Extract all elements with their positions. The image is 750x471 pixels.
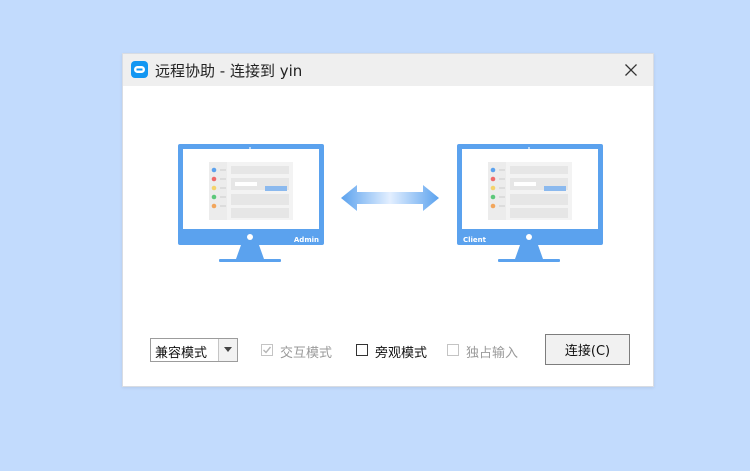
connect-button[interactable]: 连接(C) (545, 334, 630, 365)
interactive-mode-box[interactable] (261, 344, 273, 356)
client-label: Client (463, 236, 487, 244)
connection-illustration: Admin Client (178, 144, 603, 262)
exclusive-input-box[interactable] (447, 344, 459, 356)
interactive-mode-label: 交互模式 (280, 346, 333, 361)
double-arrow-icon (341, 185, 439, 211)
check-icon (263, 346, 272, 354)
admin-monitor: Admin (178, 144, 324, 262)
mode-select[interactable]: 兼容模式 (150, 338, 238, 362)
client-monitor: Client (457, 144, 603, 262)
view-mode-label: 旁观模式 (375, 346, 428, 361)
mode-select-value: 兼容模式 (155, 346, 208, 361)
title-bar: 远程协助 - 连接到 yin (123, 54, 653, 86)
chevron-down-icon (224, 347, 232, 352)
controls-bar: 兼容模式 交互模式 旁观模式 独占输入 连接(C) (123, 334, 653, 370)
view-mode-box[interactable] (356, 344, 368, 356)
exclusive-input-label: 独占输入 (466, 346, 519, 361)
remote-assist-window: 远程协助 - 连接到 yin Admin Client 兼容模式 交互模式 旁观… (122, 53, 654, 387)
admin-label: Admin (294, 236, 319, 244)
app-icon (131, 61, 148, 78)
window-title: 远程协助 - 连接到 yin (155, 62, 303, 80)
close-icon[interactable] (619, 58, 643, 82)
mode-select-dropdown-button[interactable] (218, 339, 237, 361)
